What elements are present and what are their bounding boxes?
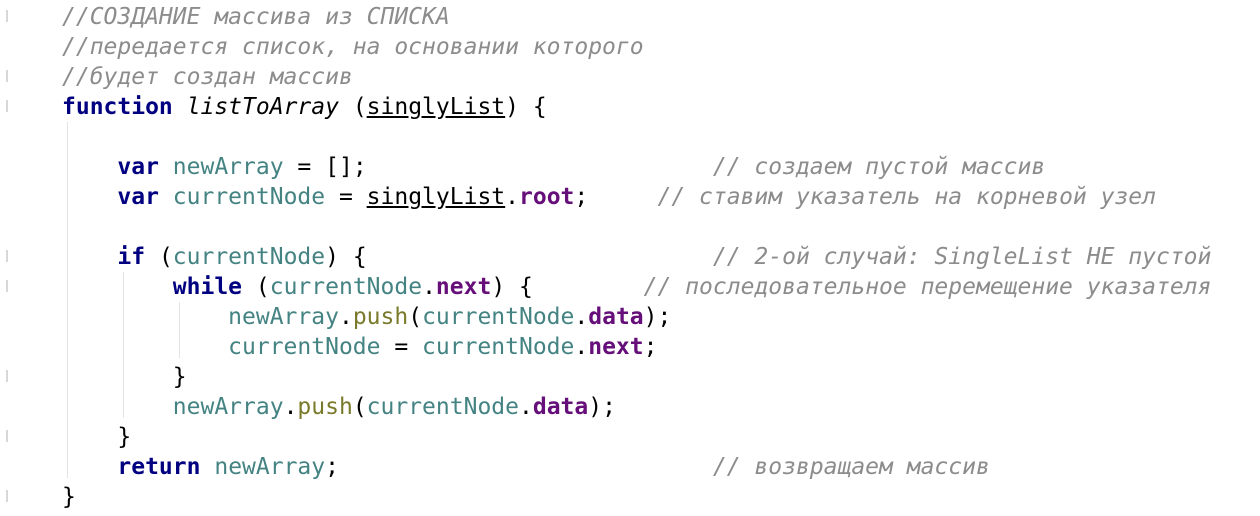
code-token-var: newArray — [172, 154, 284, 180]
code-token-var: currentNode — [172, 184, 326, 210]
code-token-punct: = []; — [283, 154, 713, 180]
gutter-marker — [6, 100, 8, 112]
code-token-punct: ; — [325, 454, 713, 480]
code-token-kw: var — [117, 154, 159, 180]
code-token-punct — [62, 244, 117, 270]
code-token-punct: . — [519, 394, 533, 420]
code-token-punct — [62, 184, 117, 210]
code-token-punct — [62, 454, 117, 480]
code-token-punct: = — [325, 184, 367, 210]
code-token-prop: next — [435, 274, 492, 300]
code-token-kw: return — [117, 454, 201, 480]
code-editor[interactable]: //СОЗДАНИЕ массива из СПИСКА //передается… — [0, 0, 1260, 516]
code-token-punct: ( — [145, 244, 173, 270]
code-token-comment: // создаем пустой массив — [712, 154, 1046, 180]
code-token-prop: data — [588, 304, 644, 330]
code-token-punct: . — [574, 304, 589, 330]
code-token-comment: // ставим указатель на корневой узел — [657, 184, 1157, 210]
code-token-punct: ) { — [325, 244, 713, 270]
code-token-kw: while — [172, 274, 243, 300]
code-token-prop: data — [532, 394, 589, 420]
code-token-punct: } — [62, 364, 187, 390]
code-token-prop: root — [519, 184, 575, 210]
code-token-comment: // 2-ой случай: SingleList НЕ пустой — [712, 244, 1212, 270]
code-token-param: singlyList — [366, 184, 506, 210]
code-token-comment: //будет создан массив — [62, 64, 353, 90]
gutter-marker — [6, 280, 8, 292]
code-token-punct: ( — [338, 94, 367, 120]
code-token-punct: . — [505, 184, 520, 210]
code-token-punct: ; — [643, 334, 658, 360]
code-line[interactable]: newArray.push(currentNode.data); — [62, 302, 671, 332]
gutter-marker — [6, 10, 8, 22]
code-line[interactable]: var newArray = []; // создаем пустой мас… — [62, 152, 1045, 182]
code-token-punct — [62, 394, 173, 420]
gutter-marker — [6, 430, 8, 442]
code-token-var: newArray — [214, 454, 326, 480]
code-line[interactable]: if (currentNode) { // 2-ой случай: Singl… — [62, 242, 1211, 272]
code-token-var: currentNode — [172, 244, 326, 270]
code-token-punct — [159, 154, 173, 180]
gutter-marker — [6, 370, 8, 382]
code-token-var: newArray — [228, 304, 339, 330]
code-line[interactable]: var currentNode = singlyList.root; // ст… — [62, 182, 1156, 212]
code-token-comment: //передается список, на основании которо… — [62, 34, 644, 60]
code-line[interactable]: newArray.push(currentNode.data); — [62, 392, 616, 422]
code-line[interactable]: } — [62, 362, 187, 392]
code-token-punct — [62, 304, 228, 330]
code-token-punct — [62, 274, 173, 300]
gutter-marker — [6, 250, 8, 262]
code-token-var: currentNode — [228, 334, 381, 360]
code-token-punct: } — [62, 424, 132, 450]
code-token-var: currentNode — [422, 304, 575, 330]
code-token-fn: listToArray — [186, 94, 339, 120]
code-token-var: currentNode — [366, 394, 519, 420]
code-line[interactable]: currentNode = currentNode.next; — [62, 332, 657, 362]
code-token-var: currentNode — [422, 334, 575, 360]
gutter-marker — [6, 70, 8, 82]
code-token-var: currentNode — [269, 274, 423, 300]
code-token-punct: } — [62, 484, 76, 510]
code-token-param: singlyList — [366, 94, 506, 120]
code-line[interactable]: //передается список, на основании которо… — [62, 32, 644, 62]
code-line[interactable]: //СОЗДАНИЕ массива из СПИСКА — [62, 2, 450, 32]
code-line[interactable]: } — [62, 482, 76, 512]
code-line[interactable]: while (currentNode.next) { // последоват… — [62, 272, 1212, 302]
code-line[interactable]: function listToArray (singlyList) { — [62, 92, 547, 122]
code-token-punct — [62, 154, 117, 180]
code-token-punct: ; — [574, 184, 658, 210]
code-token-punct — [173, 94, 187, 120]
code-line[interactable]: return newArray; // возвращаем массив — [62, 452, 990, 482]
code-token-prop: next — [588, 334, 644, 360]
code-token-comment: // последовательное перемещение указател… — [643, 274, 1212, 300]
code-token-punct: ( — [242, 274, 270, 300]
code-token-punct: . — [338, 304, 353, 330]
code-token-punct: ( — [352, 394, 367, 420]
code-token-punct: . — [283, 394, 298, 420]
code-line[interactable]: } — [62, 422, 131, 452]
code-token-punct: ) { — [505, 94, 547, 120]
code-token-punct: ( — [408, 304, 423, 330]
code-token-punct — [62, 334, 228, 360]
code-token-comment: // возвращаем массив — [712, 454, 990, 480]
code-token-punct: = — [380, 334, 423, 360]
code-token-var: newArray — [172, 394, 284, 420]
code-token-punct: ); — [643, 304, 672, 330]
code-token-method: push — [352, 304, 409, 330]
code-token-punct: ); — [588, 394, 616, 420]
code-token-kw: if — [117, 244, 146, 270]
code-token-punct — [159, 184, 173, 210]
code-token-punct: . — [574, 334, 589, 360]
code-token-punct — [200, 454, 214, 480]
code-token-kw: function — [62, 94, 173, 120]
code-token-punct: . — [422, 274, 436, 300]
code-token-kw: var — [117, 184, 159, 210]
code-token-comment: //СОЗДАНИЕ массива из СПИСКА — [62, 4, 450, 30]
code-token-punct: ) { — [491, 274, 644, 300]
gutter-marker — [6, 490, 8, 502]
code-token-method: push — [297, 394, 353, 420]
code-line[interactable]: //будет создан массив — [62, 62, 353, 92]
